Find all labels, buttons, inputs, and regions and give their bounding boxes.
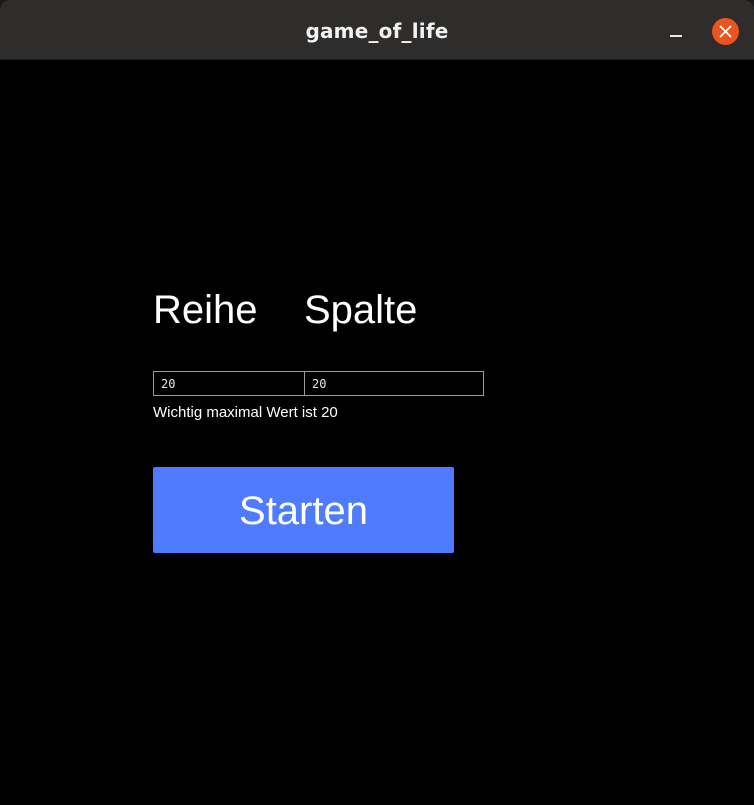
titlebar: game_of_life bbox=[0, 0, 754, 60]
start-button[interactable]: Starten bbox=[153, 467, 454, 553]
row-input[interactable] bbox=[153, 371, 305, 396]
app-window: game_of_life Reihe Spalte Wichtig maxima… bbox=[0, 0, 754, 805]
window-title: game_of_life bbox=[305, 19, 449, 43]
minimize-icon bbox=[670, 35, 682, 37]
row-label: Reihe bbox=[153, 288, 258, 332]
column-label: Spalte bbox=[304, 288, 418, 332]
max-value-hint: Wichtig maximal Wert ist 20 bbox=[153, 404, 338, 421]
close-icon bbox=[719, 25, 732, 38]
column-input[interactable] bbox=[304, 371, 484, 396]
minimize-button[interactable] bbox=[664, 18, 688, 42]
main-content: Reihe Spalte Wichtig maximal Wert ist 20… bbox=[0, 60, 754, 805]
close-button[interactable] bbox=[712, 18, 739, 45]
